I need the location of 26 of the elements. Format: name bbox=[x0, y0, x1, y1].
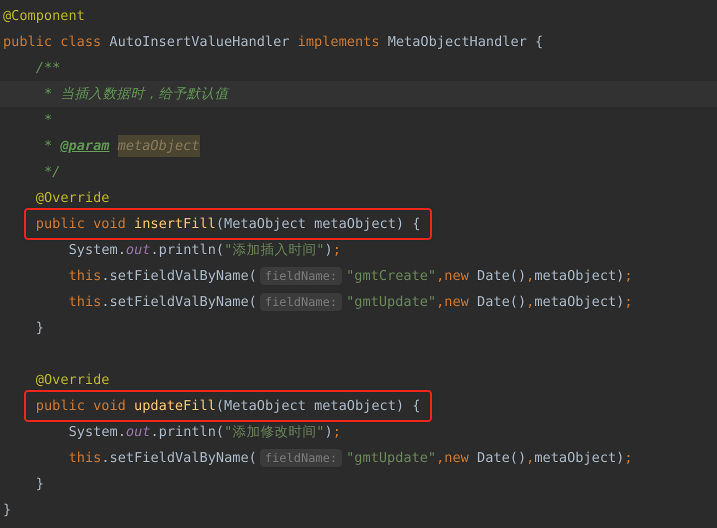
code-text: public void insertFill(MetaObject metaObject) { bbox=[36, 216, 420, 232]
code-text: this.setFieldValByName( bbox=[68, 294, 257, 310]
code-text: */ bbox=[42, 164, 60, 180]
highlighted-identifier: metaObject bbox=[118, 135, 200, 157]
code-text: public void updateFill(MetaObject metaObject) { bbox=[36, 398, 420, 414]
code-text: "gmtUpdate",new Date(),metaObject); bbox=[346, 450, 633, 466]
code-text: * @param bbox=[42, 138, 110, 154]
code-text: this.setFieldValByName( bbox=[68, 450, 257, 466]
code-text: System.out.println("添加插入时间"); bbox=[68, 241, 341, 259]
code-text: * 当插入数据时，给予默认值 bbox=[42, 85, 228, 103]
code-text: "gmtUpdate",new Date(),metaObject); bbox=[346, 294, 633, 310]
inlay-hint: fieldName: bbox=[260, 293, 342, 311]
code-text: "gmtCreate",new Date(),metaObject); bbox=[346, 268, 633, 284]
inlay-hint: fieldName: bbox=[260, 267, 342, 285]
inlay-hint: fieldName: bbox=[260, 449, 342, 467]
code-text: } bbox=[36, 320, 44, 336]
code-text: @Component bbox=[3, 8, 85, 24]
code-text: public class AutoInsertValueHandler implements MetaObjectHandler { bbox=[3, 34, 544, 50]
code-text: @Override bbox=[36, 372, 110, 388]
code-text: System.out.println("添加修改时间"); bbox=[68, 423, 341, 441]
code-text: } bbox=[36, 476, 44, 492]
code-text: /** bbox=[36, 60, 60, 76]
code-text: } bbox=[3, 502, 12, 518]
code-text: * bbox=[42, 112, 52, 128]
code-text: @Override bbox=[36, 190, 110, 206]
code-text: this.setFieldValByName( bbox=[68, 268, 257, 284]
